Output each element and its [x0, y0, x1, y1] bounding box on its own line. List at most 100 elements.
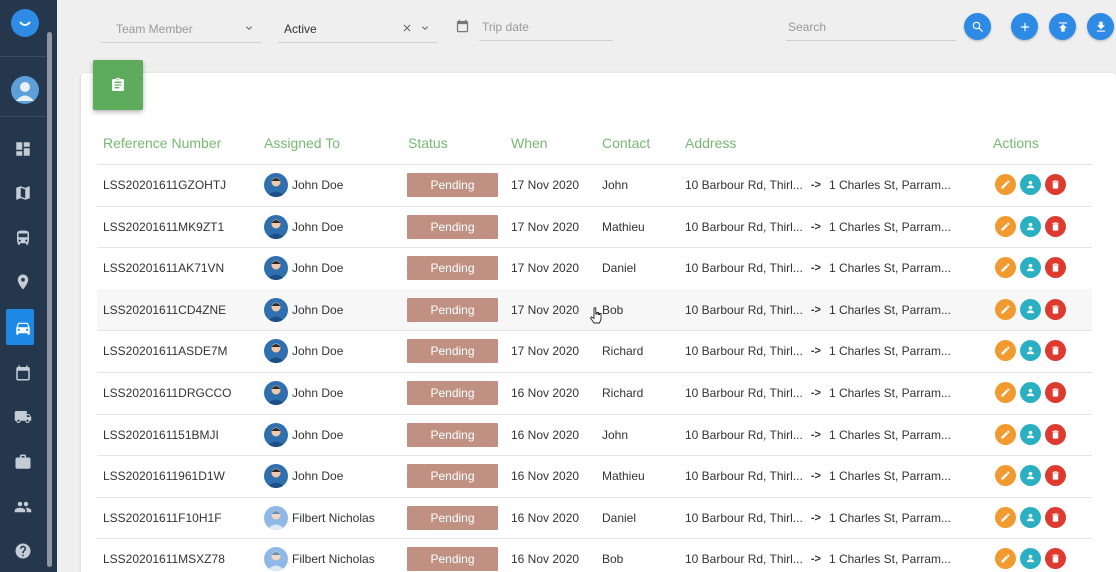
plus-icon — [1020, 22, 1029, 31]
help-icon[interactable] — [0, 532, 46, 570]
view-contact-button[interactable] — [1020, 465, 1041, 486]
view-contact-button[interactable] — [1020, 548, 1041, 569]
search-icon — [972, 21, 983, 32]
trip-date-input[interactable]: Trip date — [479, 14, 613, 41]
delete-button[interactable] — [1045, 465, 1066, 486]
upload-button[interactable] — [1049, 13, 1076, 40]
reference-number: LSS20201611MSXZ78 — [103, 551, 225, 566]
location-pin-icon[interactable] — [0, 263, 46, 301]
when-date: 16 Nov 2020 — [511, 551, 580, 566]
car-icon[interactable] — [0, 309, 46, 347]
edit-button[interactable] — [995, 257, 1016, 278]
table-row[interactable]: LSS20201611F10H1F Filbert Nicholas Pendi… — [97, 497, 1092, 538]
header-reference-number[interactable]: Reference Number — [103, 135, 221, 151]
header-status[interactable]: Status — [408, 135, 448, 151]
chevron-down-icon[interactable] — [419, 22, 431, 34]
map-icon[interactable] — [0, 174, 46, 212]
delete-button[interactable] — [1045, 548, 1066, 569]
sidebar-scrollbar[interactable] — [47, 32, 52, 567]
when-date: 17 Nov 2020 — [511, 219, 580, 234]
table-row[interactable]: LSS20201611961D1W John Doe Pending 16 No… — [97, 455, 1092, 496]
edit-button[interactable] — [995, 216, 1016, 237]
reference-number: LSS20201611961D1W — [103, 468, 225, 483]
status-badge: Pending — [407, 422, 498, 447]
person-icon — [1026, 471, 1035, 480]
table-row[interactable]: LSS20201611ASDE7M John Doe Pending 17 No… — [97, 330, 1092, 371]
delete-button[interactable] — [1045, 299, 1066, 320]
edit-button[interactable] — [995, 382, 1016, 403]
edit-button[interactable] — [995, 465, 1016, 486]
edit-button[interactable] — [995, 299, 1016, 320]
hand-cursor-icon — [589, 307, 602, 324]
chevron-down-icon[interactable] — [243, 22, 255, 34]
delete-button[interactable] — [1045, 382, 1066, 403]
view-contact-button[interactable] — [1020, 174, 1041, 195]
edit-button[interactable] — [995, 548, 1016, 569]
avatar-icon — [264, 463, 288, 488]
contact-name: John — [602, 427, 629, 442]
search-button[interactable] — [964, 13, 991, 40]
address-from: 10 Barbour Rd, Thirl... — [685, 260, 803, 275]
header-contact[interactable]: Contact — [602, 135, 650, 151]
edit-button[interactable] — [995, 340, 1016, 361]
add-button[interactable] — [1011, 13, 1038, 40]
delete-button[interactable] — [1045, 174, 1066, 195]
edit-button[interactable] — [995, 507, 1016, 528]
delete-button[interactable] — [1045, 424, 1066, 445]
status-badge: Pending — [407, 214, 498, 239]
address: 10 Barbour Rd, Thirl... -> 1 Charles St,… — [685, 497, 951, 538]
table-row[interactable]: LSS20201611GZOHTJ John Doe Pending 17 No… — [97, 164, 1092, 205]
delete-button[interactable] — [1045, 216, 1066, 237]
assigned-to: John Doe — [264, 372, 343, 413]
header-address[interactable]: Address — [685, 135, 736, 151]
trash-icon — [1052, 180, 1059, 189]
row-actions — [995, 538, 1070, 572]
table-row[interactable]: LSS20201611MSXZ78 Filbert Nicholas Pendi… — [97, 538, 1092, 572]
reference-number: LSS20201611DRGCCO — [103, 385, 232, 400]
calendar-icon[interactable] — [455, 18, 470, 34]
assignee-name: John Doe — [292, 219, 344, 234]
when-date: 17 Nov 2020 — [511, 302, 580, 317]
address-to: 1 Charles St, Parram... — [828, 510, 951, 525]
avatar-icon — [264, 422, 288, 447]
user-avatar-icon[interactable] — [11, 76, 39, 104]
view-contact-button[interactable] — [1020, 216, 1041, 237]
calendar-icon[interactable] — [0, 354, 46, 392]
view-contact-button[interactable] — [1020, 340, 1041, 361]
truck-icon[interactable] — [0, 398, 46, 436]
assigned-to: John Doe — [264, 247, 343, 288]
status-badge: Pending — [407, 297, 498, 322]
edit-button[interactable] — [995, 424, 1016, 445]
people-icon[interactable] — [0, 488, 46, 526]
reference-number: LSS20201611F10H1F — [103, 510, 222, 525]
search-input[interactable]: Search — [786, 14, 956, 41]
clear-icon[interactable] — [401, 22, 413, 34]
view-contact-button[interactable] — [1020, 257, 1041, 278]
delete-button[interactable] — [1045, 340, 1066, 361]
header-assigned-to[interactable]: Assigned To — [264, 135, 340, 151]
row-actions — [995, 372, 1070, 413]
team-member-select[interactable]: Team Member — [101, 16, 261, 43]
view-contact-button[interactable] — [1020, 299, 1041, 320]
delete-button[interactable] — [1045, 257, 1066, 278]
table-row[interactable]: LSS20201611MK9ZT1 John Doe Pending 17 No… — [97, 206, 1092, 247]
app-logo-icon[interactable] — [11, 9, 39, 37]
table-row[interactable]: LSS2020161151BMJI John Doe Pending 16 No… — [97, 414, 1092, 455]
contact-name: Mathieu — [602, 468, 645, 483]
bus-icon[interactable] — [0, 219, 46, 257]
view-contact-button[interactable] — [1020, 382, 1041, 403]
header-when[interactable]: When — [511, 135, 548, 151]
briefcase-icon[interactable] — [0, 443, 46, 481]
table-row[interactable]: LSS20201611DRGCCO John Doe Pending 16 No… — [97, 372, 1092, 413]
view-contact-button[interactable] — [1020, 507, 1041, 528]
edit-button[interactable] — [995, 174, 1016, 195]
table-row[interactable]: LSS20201611AK71VN John Doe Pending 17 No… — [97, 247, 1092, 288]
dashboard-icon[interactable] — [0, 130, 46, 168]
status-cell: Pending — [407, 414, 498, 455]
address: 10 Barbour Rd, Thirl... -> 1 Charles St,… — [685, 372, 951, 413]
status-select[interactable]: Active — [278, 16, 437, 43]
delete-button[interactable] — [1045, 507, 1066, 528]
download-button[interactable] — [1087, 13, 1114, 40]
view-contact-button[interactable] — [1020, 424, 1041, 445]
download-icon — [1096, 21, 1105, 32]
